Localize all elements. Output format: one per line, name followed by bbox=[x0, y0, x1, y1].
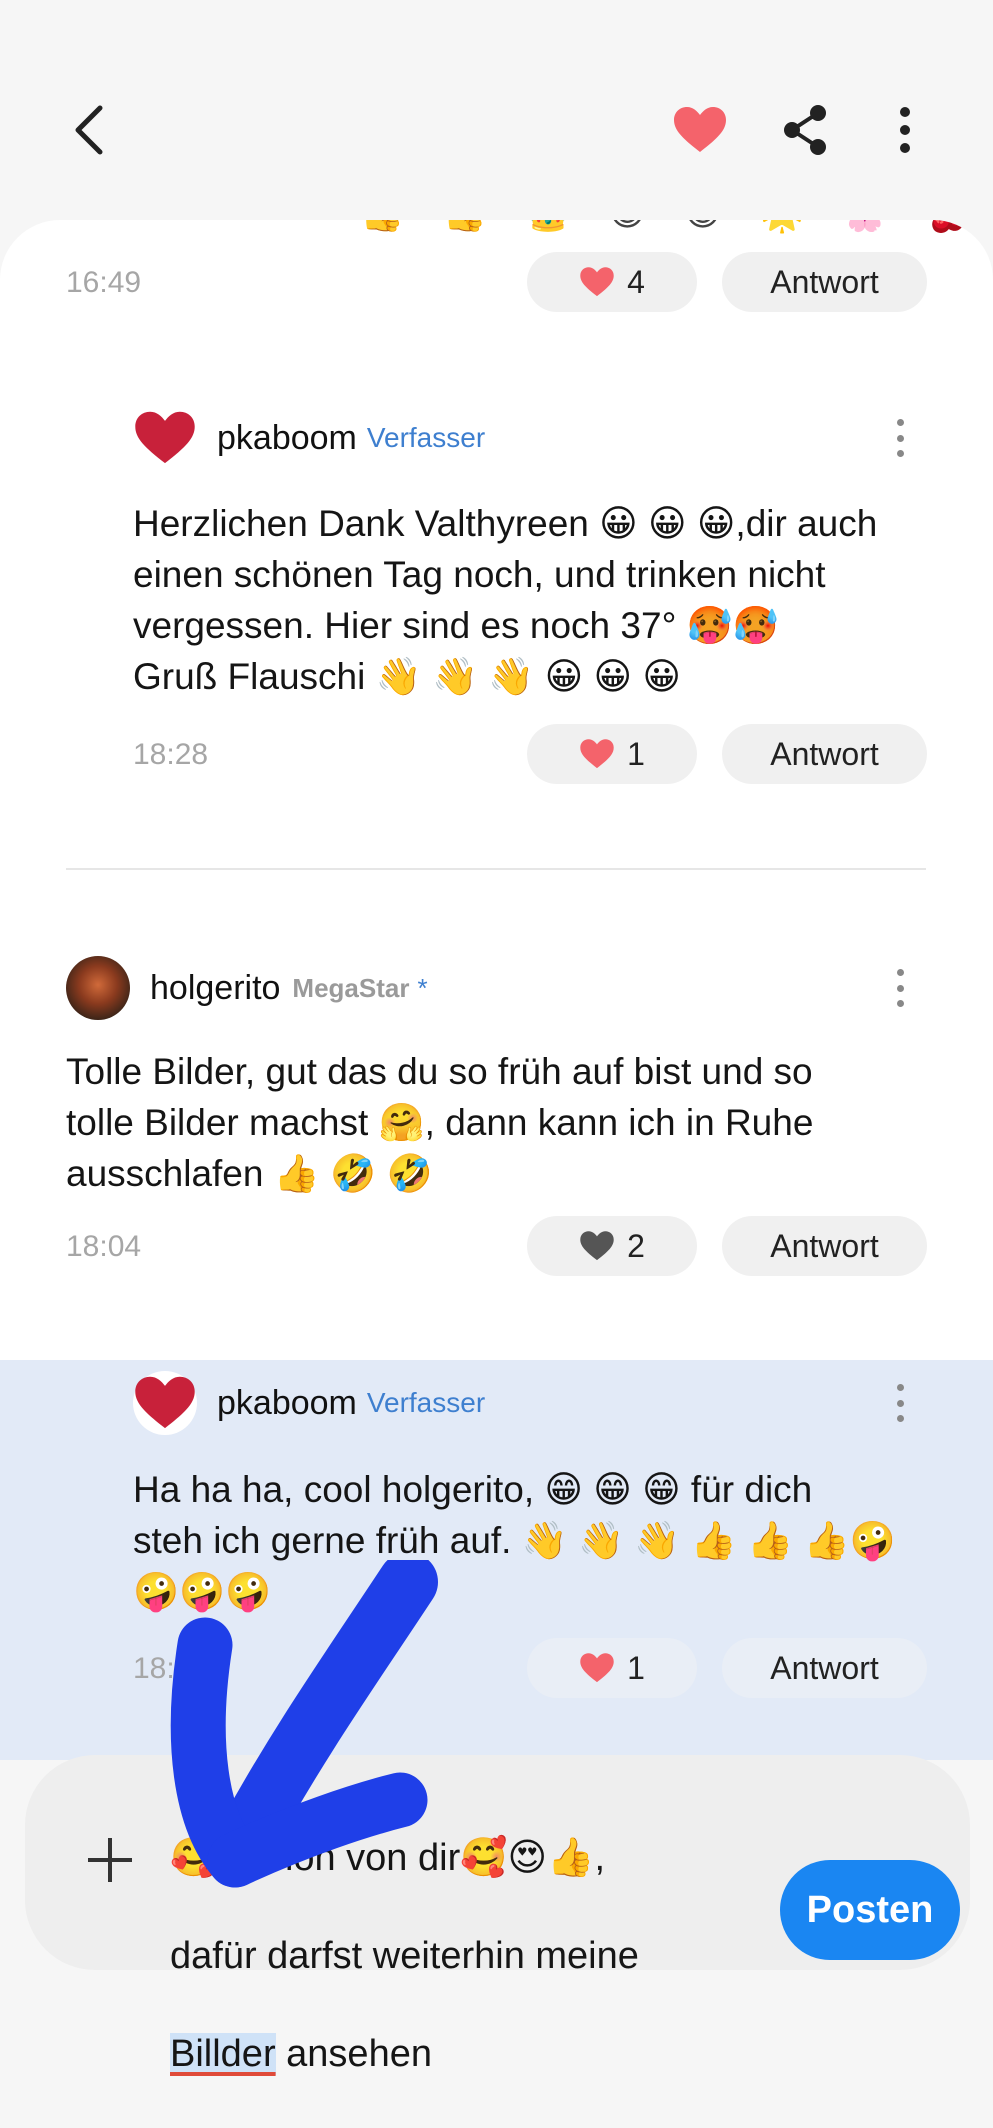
comment-time: 18:28 bbox=[133, 738, 209, 771]
like-button[interactable]: 4 bbox=[527, 252, 697, 312]
chevron-left-icon bbox=[75, 105, 103, 155]
partial-comment-text: 👍 👍 👑 😄 😄 🌟 🌸 🍒 bbox=[360, 220, 984, 234]
add-attachment-button[interactable] bbox=[80, 1830, 140, 1890]
author-badge: Verfasser bbox=[366, 1387, 486, 1418]
heart-icon bbox=[580, 267, 614, 297]
reply-button[interactable]: Antwort bbox=[722, 252, 927, 312]
share-icon bbox=[784, 105, 826, 155]
like-post-button[interactable] bbox=[665, 100, 735, 160]
avatar[interactable] bbox=[133, 406, 197, 470]
more-options-button[interactable] bbox=[880, 100, 930, 160]
heart-icon bbox=[580, 739, 614, 769]
username[interactable]: pkaboom bbox=[217, 419, 357, 458]
like-button[interactable]: 1 bbox=[527, 724, 697, 784]
comment-input[interactable]: 🥰 Schön von dir🥰😍👍, dafür darfst weiterh… bbox=[170, 1785, 730, 2128]
share-button[interactable] bbox=[775, 100, 835, 160]
comment-more-button[interactable] bbox=[885, 1378, 915, 1428]
comment-author: pkaboom Verfasser bbox=[133, 403, 485, 473]
more-vertical-icon bbox=[900, 107, 910, 153]
comment-time: 16:49 bbox=[66, 266, 142, 299]
author-badge: MegaStar bbox=[292, 972, 410, 1003]
back-button[interactable] bbox=[60, 100, 120, 160]
comment-text: Herzlichen Dank Valthyreen 😀 😀 😀,dir auc… bbox=[133, 503, 878, 697]
plus-icon bbox=[88, 1838, 132, 1882]
divider bbox=[66, 868, 926, 870]
comment-time: 18:04 bbox=[66, 1230, 142, 1263]
top-app-bar bbox=[0, 0, 993, 230]
composer-line: dafür darfst weiterhin meine bbox=[170, 1935, 639, 1977]
star-badge: * bbox=[417, 972, 428, 1003]
like-count: 2 bbox=[627, 1227, 645, 1264]
comment-author: pkaboom Verfasser bbox=[133, 1368, 485, 1438]
composer-line: Billder ansehen bbox=[170, 2030, 730, 2079]
like-button[interactable]: 1 bbox=[527, 1638, 697, 1698]
comment-time: 18: bbox=[133, 1652, 175, 1685]
kaboom-heart-logo bbox=[135, 411, 195, 464]
kaboom-heart-logo bbox=[135, 1376, 195, 1429]
username[interactable]: holgerito bbox=[150, 969, 280, 1008]
avatar[interactable] bbox=[133, 1371, 197, 1435]
avatar[interactable] bbox=[66, 956, 130, 1020]
heart-icon bbox=[580, 1231, 614, 1261]
comment-text: Ha ha ha, cool holgerito, 😁 😁 😁 für dich… bbox=[133, 1469, 896, 1612]
like-count: 4 bbox=[627, 263, 645, 300]
reply-button[interactable]: Antwort bbox=[722, 1638, 927, 1698]
composer-line-rest: ansehen bbox=[275, 2033, 432, 2075]
comment-text: Tolle Bilder, gut das du so früh auf bis… bbox=[66, 1051, 814, 1194]
heart-icon bbox=[580, 1653, 614, 1683]
composer-line: 🥰 Schön von dir🥰😍👍, bbox=[170, 1837, 606, 1879]
post-button[interactable]: Posten bbox=[780, 1860, 960, 1960]
comment-thread: 👍 👍 👑 😄 😄 🌟 🌸 🍒 16:49 4 Antwort pkaboom … bbox=[0, 220, 993, 1760]
like-count: 1 bbox=[627, 735, 645, 772]
comment-more-button[interactable] bbox=[885, 413, 915, 463]
misspelled-word[interactable]: Billder bbox=[170, 2033, 276, 2075]
comment-author: holgerito MegaStar * bbox=[66, 953, 428, 1023]
comment-more-button[interactable] bbox=[885, 963, 915, 1013]
heart-icon bbox=[674, 107, 726, 152]
username[interactable]: pkaboom bbox=[217, 1384, 357, 1423]
like-button[interactable]: 2 bbox=[527, 1216, 697, 1276]
reply-button[interactable]: Antwort bbox=[722, 724, 927, 784]
reply-button[interactable]: Antwort bbox=[722, 1216, 927, 1276]
like-count: 1 bbox=[627, 1649, 645, 1686]
comment-composer: 🥰 Schön von dir🥰😍👍, dafür darfst weiterh… bbox=[25, 1755, 970, 2075]
author-badge: Verfasser bbox=[366, 422, 486, 453]
